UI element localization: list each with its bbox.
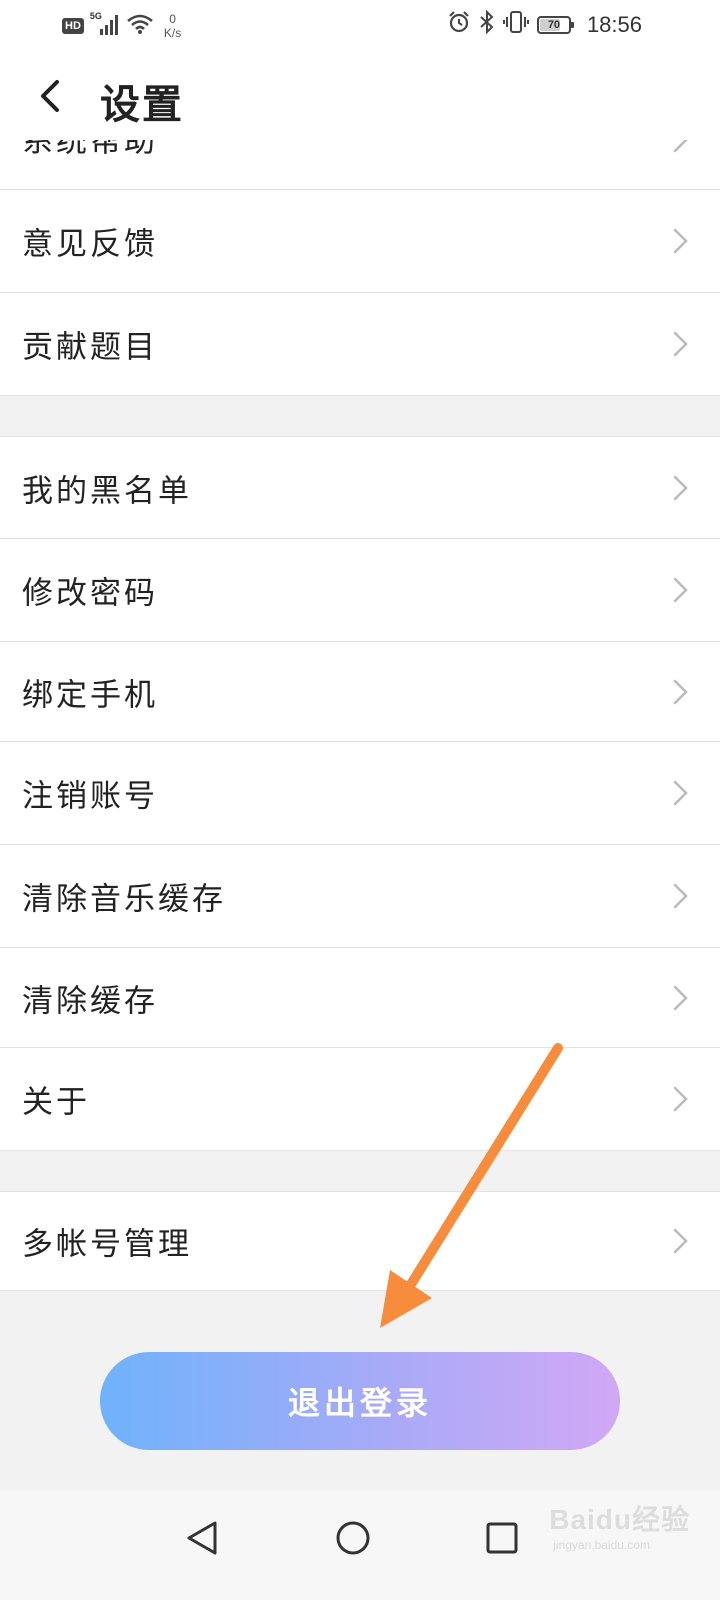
- chevron-right-icon: [673, 331, 688, 357]
- clock: 18:56: [586, 11, 642, 37]
- nav-recents-button[interactable]: [472, 1508, 532, 1568]
- settings-item-about[interactable]: 关于: [0, 1048, 720, 1151]
- logout-button[interactable]: 退出登录: [100, 1352, 620, 1450]
- page-title: 设置: [100, 82, 184, 128]
- alarm-icon: [447, 10, 471, 39]
- settings-item-label: 系统帮助: [22, 140, 158, 160]
- back-triangle-icon: [187, 1521, 217, 1555]
- settings-item-label: 意见反馈: [22, 226, 158, 263]
- nav-back-button[interactable]: [172, 1508, 232, 1568]
- settings-item-label: 注销账号: [22, 778, 158, 815]
- section-gap: [0, 1151, 720, 1191]
- network-type-label: 5G: [89, 11, 102, 21]
- settings-item-label: 修改密码: [22, 575, 158, 612]
- settings-item-contribute[interactable]: 贡献题目: [0, 293, 720, 396]
- hd-badge: HD: [62, 18, 84, 34]
- speed-unit: K/s: [163, 26, 182, 40]
- chevron-right-icon: [673, 780, 688, 806]
- status-left: HD 5G 0 K/s: [62, 11, 181, 40]
- chevron-right-icon: [673, 1086, 688, 1112]
- settings-item-label: 清除音乐缓存: [22, 881, 226, 918]
- status-bar: HD 5G 0 K/s 70 18:56: [0, 0, 720, 50]
- wifi-icon: [126, 13, 154, 40]
- speed-value: 0: [169, 12, 176, 26]
- battery-icon: 70: [536, 15, 574, 34]
- settings-item-clear-cache[interactable]: 清除缓存: [0, 948, 720, 1048]
- section-gap: [0, 396, 720, 436]
- chevron-right-icon: [673, 228, 688, 254]
- watermark: Baidu经验 jingyan.baidu.com: [549, 1498, 690, 1552]
- top-app-bar: 设置: [0, 50, 720, 140]
- settings-item-blacklist[interactable]: 我的黑名单: [0, 436, 720, 539]
- chevron-right-icon: [673, 1228, 688, 1254]
- home-circle-icon: [336, 1521, 370, 1555]
- settings-screen: HD 5G 0 K/s 70 18:56 设置 系统帮助 意见反馈 贡献题目 我…: [0, 0, 720, 1600]
- settings-item-bind-phone[interactable]: 绑定手机: [0, 642, 720, 742]
- battery-level: 70: [547, 18, 561, 31]
- nav-home-button[interactable]: [323, 1508, 383, 1568]
- network-speed: 0 K/s: [164, 12, 181, 40]
- settings-item-label: 清除缓存: [22, 983, 158, 1019]
- settings-item-delete-account[interactable]: 注销账号: [0, 742, 720, 845]
- back-button[interactable]: [30, 76, 70, 116]
- chevron-left-icon: [41, 80, 59, 112]
- settings-item-label: 关于: [22, 1084, 90, 1121]
- chevron-right-icon: [673, 140, 688, 153]
- chevron-right-icon: [673, 883, 688, 909]
- settings-item-label: 绑定手机: [22, 677, 158, 713]
- chevron-right-icon: [673, 577, 688, 603]
- chevron-right-icon: [673, 679, 688, 704]
- settings-item-label: 我的黑名单: [22, 473, 192, 509]
- status-right: 70 18:56: [447, 9, 642, 39]
- bluetooth-icon: [479, 9, 495, 39]
- watermark-main: Baidu经验: [549, 1504, 690, 1535]
- chevron-right-icon: [673, 985, 688, 1010]
- settings-item-label: 多帐号管理: [22, 1226, 192, 1263]
- settings-item-change-password[interactable]: 修改密码: [0, 539, 720, 642]
- settings-item-feedback[interactable]: 意见反馈: [0, 190, 720, 293]
- watermark-sub: jingyan.baidu.com: [553, 1538, 650, 1552]
- settings-list: 系统帮助 意见反馈 贡献题目 我的黑名单 修改密码 绑定手机 注销账号 清除音乐…: [0, 140, 720, 1291]
- signal-icon: 5G: [90, 11, 118, 37]
- recents-square-icon: [486, 1522, 518, 1554]
- chevron-right-icon: [673, 475, 688, 500]
- settings-item-multi-account[interactable]: 多帐号管理: [0, 1191, 720, 1291]
- settings-item-partial[interactable]: 系统帮助: [0, 140, 720, 190]
- settings-item-clear-music-cache[interactable]: 清除音乐缓存: [0, 845, 720, 948]
- vibrate-icon: [502, 10, 529, 39]
- system-nav-bar: Baidu经验 jingyan.baidu.com: [0, 1490, 720, 1600]
- settings-item-label: 贡献题目: [22, 329, 158, 366]
